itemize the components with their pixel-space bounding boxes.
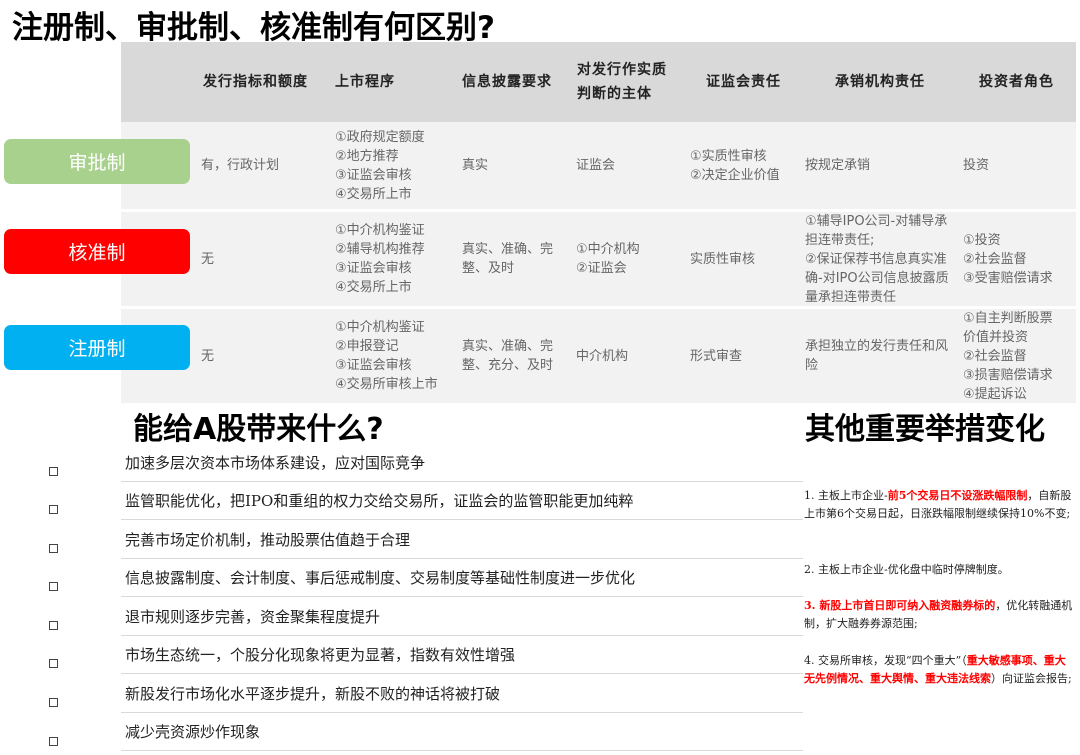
- header-underwriter-responsibility: 承销机构责任: [835, 74, 925, 90]
- list-item: 新股发行市场化水平逐步提升，新股不败的神话将被打破: [121, 675, 803, 713]
- table-cell: 按规定承销: [805, 158, 871, 173]
- list-item: 减少壳资源炒作现象: [121, 713, 803, 751]
- measure-highlight: 前5个交易日不设涨跌幅限制: [887, 489, 1028, 502]
- table-cell: 证监会: [576, 158, 616, 173]
- label-verification-system: 核准制: [4, 229, 190, 274]
- list-item: 市场生态统一，个股分化现象将更为显著，指数有效性增强: [121, 636, 803, 674]
- table-row-registration: 无 ①中介机构鉴证 ②申报登记 ③证监会审核 ④交易所审核上市 真实、准确、完 …: [121, 309, 1076, 403]
- table-cell: ①辅导IPO公司-对辅导承 担连带责任; ②保证保荐书信息真实准 确-对IPO公…: [805, 213, 949, 305]
- measure-text: 4. 交易所审核，发现“四个重大”（: [804, 654, 967, 667]
- table-cell: ①实质性审核 ②决定企业价值: [690, 148, 780, 183]
- label-approval-system: 审批制: [4, 139, 190, 184]
- list-item: 信息披露制度、会计制度、事后惩戒制度、交易制度等基础性制度进一步优化: [121, 559, 803, 597]
- header-disclosure: 信息披露要求: [462, 74, 552, 90]
- measure-item-3: 3. 新股上市首日即可纳入融资融券标的，优化转融通机制，扩大融券券源范围;: [804, 597, 1076, 633]
- checkbox-bullet-icon: [49, 659, 58, 668]
- table-cell: 中介机构: [576, 348, 629, 364]
- table-cell: 实质性审核: [690, 251, 756, 267]
- measure-item-4: 4. 交易所审核，发现“四个重大”（重大敏感事项、重大无先例情况、重大舆情、重大…: [804, 652, 1076, 688]
- table-cell: 无: [201, 251, 215, 267]
- measure-text: 1. 主板上市企业-: [804, 489, 888, 502]
- measure-highlight: 3. 新股上市首日即可纳入融资融券标的: [804, 599, 996, 612]
- section-title-benefits: 能给A股带来什么?: [133, 412, 384, 447]
- header-substantive-judge: 对发行作实质 判断的主体: [577, 62, 667, 102]
- table-cell: ①自主判断股票 价值并投资 ②社会监督 ③损害赔偿请求 ④提起诉讼: [963, 310, 1053, 402]
- table-row-approval: 有，行政计划 ①政府规定额度 ②地方推荐 ③证监会审核 ④交易所上市 真实 证监…: [121, 122, 1076, 209]
- table-cell: 投资: [963, 158, 990, 173]
- measure-item-2: 2. 主板上市企业-优化盘中临时停牌制度。: [804, 561, 1076, 579]
- header-investor-role: 投资者角色: [979, 74, 1054, 90]
- checkbox-bullet-icon: [49, 621, 58, 630]
- checkbox-bullet-icon: [49, 544, 58, 553]
- list-item: 完善市场定价机制，推动股票估值趋于合理: [121, 521, 803, 559]
- checkbox-bullet-icon: [49, 737, 58, 746]
- list-item: 监管职能优化，把IPO和重组的权力交给交易所，证监会的监管职能更加纯粹: [121, 482, 803, 520]
- measure-text: 2. 主板上市企业-优化盘中临时停牌制度。: [804, 563, 1009, 576]
- checkbox-bullet-icon: [49, 582, 58, 591]
- header-listing-procedure: 上市程序: [335, 74, 395, 90]
- section-title-other-measures: 其他重要举措变化: [805, 412, 1045, 447]
- checkbox-bullet-icon: [49, 467, 58, 476]
- table-cell: ①中介机构鉴证 ②辅导机构推荐 ③证监会审核 ④交易所上市: [335, 223, 425, 295]
- table-cell: 真实、准确、完 整、充分、及时: [462, 339, 554, 373]
- table-cell: 形式审查: [690, 348, 743, 364]
- measure-item-1: 1. 主板上市企业-前5个交易日不设涨跌幅限制，自新股上市第6个交易日起，日涨跌…: [804, 487, 1076, 523]
- table-cell: 真实、准确、完 整、及时: [462, 242, 554, 276]
- table-cell: 有，行政计划: [201, 158, 280, 173]
- table-cell: ①投资 ②社会监督 ③受害赔偿请求: [963, 232, 1053, 286]
- table-cell: 无: [201, 348, 215, 364]
- table-cell: ①政府规定额度 ②地方推荐 ③证监会审核 ④交易所上市: [335, 129, 425, 202]
- table-cell: 承担独立的发行责任和风 险: [805, 339, 949, 373]
- table-header-row: 发行指标和额度 上市程序 信息披露要求 对发行作实质 判断的主体 证监会责任 承…: [121, 42, 1076, 122]
- table-row-verification: 无 ①中介机构鉴证 ②辅导机构推荐 ③证监会审核 ④交易所上市 真实、准确、完 …: [121, 212, 1076, 306]
- header-issuance-quota: 发行指标和额度: [203, 74, 308, 90]
- page-title: 注册制、审批制、核准制有何区别?: [12, 10, 495, 46]
- list-item: 加速多层次资本市场体系建设，应对国际竞争: [121, 444, 803, 482]
- checkbox-bullet-icon: [49, 698, 58, 707]
- label-registration-system: 注册制: [4, 325, 190, 370]
- header-csrc-responsibility: 证监会责任: [706, 74, 781, 90]
- table-cell: ①中介机构鉴证 ②申报登记 ③证监会审核 ④交易所审核上市: [335, 320, 438, 392]
- table-cell: 真实: [462, 158, 489, 173]
- checkbox-bullet-icon: [49, 505, 58, 514]
- list-item: 退市规则逐步完善，资金聚集程度提升: [121, 598, 803, 636]
- measure-text: ）向证监会报告;: [991, 672, 1072, 685]
- table-cell: ①中介机构 ②证监会: [576, 242, 640, 276]
